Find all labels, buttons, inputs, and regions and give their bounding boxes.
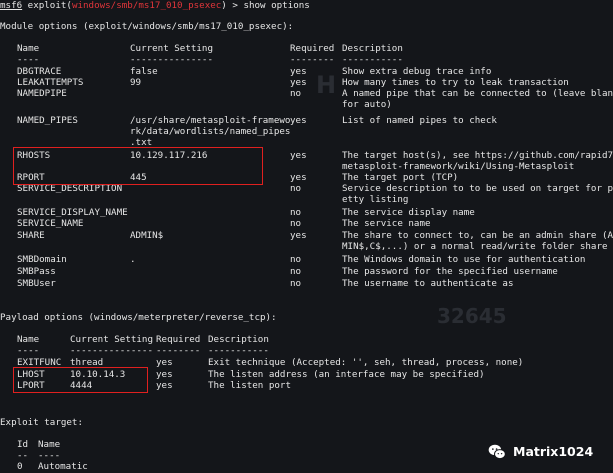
payload-option-description: Exit technique (Accepted: '', seh, threa…: [208, 357, 524, 368]
option-description: Service description to to be used on tar…: [342, 183, 613, 194]
module-col-description: Description: [342, 43, 403, 54]
option-required: no: [290, 218, 302, 229]
option-description-cont: for auto): [342, 99, 392, 110]
module-col-required-underline: --------: [290, 54, 335, 65]
option-description-cont: etty listing: [342, 194, 409, 205]
prompt-module: windows/smb/ms17_010_psexec: [71, 0, 222, 11]
option-setting: ADMIN$: [130, 230, 164, 241]
option-required: yes: [290, 115, 307, 126]
module-col-name-underline: ----: [17, 54, 40, 65]
module-col-setting-underline: ---------------: [130, 54, 213, 65]
option-description: List of named pipes to check: [342, 115, 497, 126]
option-required: no: [290, 266, 302, 277]
option-description: The service display name: [342, 207, 475, 218]
option-required: yes: [290, 172, 307, 183]
payload-col-setting-underline: ---------------: [70, 345, 153, 356]
option-description-cont: MIN$,C$,...) or a normal read/write fold…: [342, 241, 608, 252]
wechat-icon: [488, 444, 506, 460]
option-name: SERVICE_DESCRIPTION: [17, 183, 123, 194]
watermark: Matrix1024: [487, 441, 593, 463]
option-setting: 99: [130, 77, 142, 88]
terminal-window[interactable]: 32645 H msf6 exploit(windows/smb/ms17_01…: [0, 0, 613, 473]
payload-col-name: Name: [17, 334, 40, 345]
option-description: The share to connect to, can be an admin…: [342, 230, 613, 241]
option-description: The target port (TCP): [342, 172, 459, 183]
target-name: Automatic: [38, 461, 88, 472]
option-name: DBGTRACE: [17, 66, 62, 77]
background-artifact: H: [316, 71, 337, 99]
option-required: yes: [290, 77, 307, 88]
background-artifact: 32645: [437, 304, 507, 328]
payload-options-header: Payload options (windows/meterpreter/rev…: [0, 312, 277, 323]
prompt-command: show options: [243, 0, 310, 11]
target-id: 0: [17, 461, 23, 472]
target-col-name: Name: [38, 439, 61, 450]
payload-option-description: The listen port: [208, 380, 291, 391]
payload-col-setting: Current Setting: [70, 334, 153, 345]
prompt-exploit-prefix: exploit(: [22, 0, 72, 11]
highlight-box-lhost-lport: [13, 367, 148, 393]
option-description: The target host(s), see https://github.c…: [342, 150, 613, 161]
target-col-id: Id: [17, 439, 29, 450]
highlight-box-rhosts-rport: [13, 147, 263, 185]
option-required: no: [290, 88, 302, 99]
option-name: SMBUser: [17, 278, 56, 289]
prompt-app: msf6: [0, 0, 23, 11]
option-description: The service name: [342, 218, 431, 229]
option-description: The username to authenticate as: [342, 278, 514, 289]
option-name: NAMEDPIPE: [17, 88, 67, 99]
option-setting: false: [130, 66, 158, 77]
payload-option-description: The listen address (an interface may be …: [208, 369, 485, 380]
option-setting: .: [130, 254, 136, 265]
option-description: How many times to try to leak transactio…: [342, 77, 569, 88]
target-col-id-underline: --: [17, 450, 29, 461]
target-col-name-underline: ----: [38, 450, 61, 461]
option-description: Show extra debug trace info: [342, 66, 492, 77]
option-setting-cont: rk/data/wordlists/named_pipes: [130, 126, 291, 137]
module-col-name: Name: [17, 43, 40, 54]
option-description: A named pipe that can be connected to (l…: [342, 88, 613, 99]
option-required: yes: [290, 150, 307, 161]
module-options-header: Module options (exploit/windows/smb/ms17…: [0, 21, 294, 32]
option-required: no: [290, 183, 302, 194]
payload-col-required-underline: --------: [156, 345, 201, 356]
payload-col-name-underline: ----: [17, 345, 40, 356]
exploit-target-header: Exploit target:: [0, 417, 83, 428]
option-description: The password for the specified username: [342, 266, 558, 277]
option-name: SMBDomain: [17, 254, 67, 265]
option-name: SMBPass: [17, 266, 56, 277]
option-required: no: [290, 254, 302, 265]
payload-col-required: Required: [156, 334, 201, 345]
module-col-setting: Current Setting: [130, 43, 213, 54]
module-col-required: Required: [290, 43, 335, 54]
payload-col-description: Description: [208, 334, 269, 345]
option-setting: /usr/share/metasploit-framewo: [130, 115, 291, 126]
module-col-description-underline: -----------: [342, 54, 403, 65]
payload-option-required: yes: [156, 357, 173, 368]
option-required: yes: [290, 230, 307, 241]
option-name: SHARE: [17, 230, 45, 241]
command-prompt: msf6 exploit(windows/smb/ms17_010_psexec…: [0, 0, 310, 12]
option-required: no: [290, 207, 302, 218]
option-name: SERVICE_DISPLAY_NAME: [17, 207, 128, 218]
payload-option-required: yes: [156, 369, 173, 380]
option-required: no: [290, 278, 302, 289]
option-required: yes: [290, 66, 307, 77]
option-name: LEAKATTEMPTS: [17, 77, 84, 88]
watermark-text: Matrix1024: [513, 443, 594, 459]
option-name: SERVICE_NAME: [17, 218, 84, 229]
option-description: The Windows domain to use for authentica…: [342, 254, 586, 265]
option-description-cont: metasploit-framework/wiki/Using-Metasplo…: [342, 161, 575, 172]
payload-col-description-underline: -----------: [208, 345, 269, 356]
option-name: NAMED_PIPES: [17, 115, 78, 126]
payload-option-required: yes: [156, 380, 173, 391]
prompt-suffix: ) >: [221, 0, 244, 11]
